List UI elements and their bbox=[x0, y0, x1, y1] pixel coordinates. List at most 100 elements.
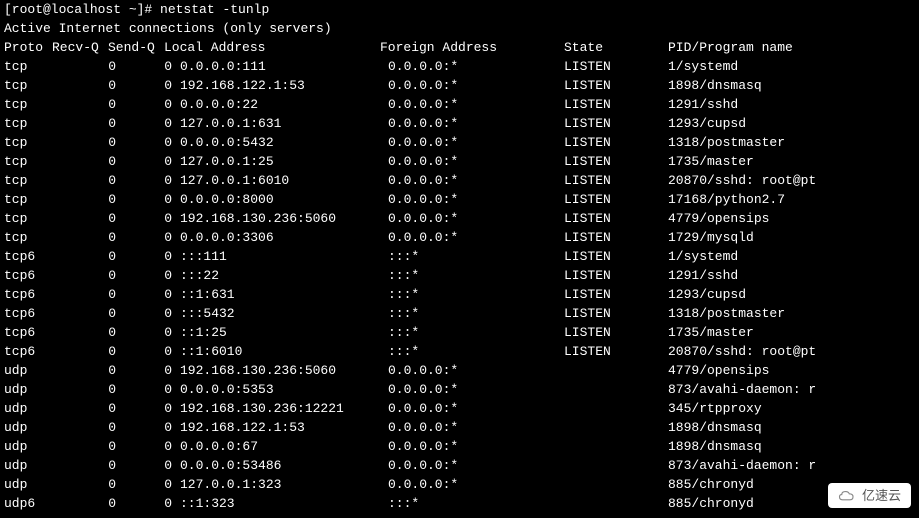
cell-pid: 4779/opensips bbox=[668, 209, 769, 228]
cell-recvq: 0 bbox=[60, 399, 116, 418]
cell-recvq: 0 bbox=[60, 323, 116, 342]
table-row: tcp00192.168.130.236:50600.0.0.0:*LISTEN… bbox=[4, 209, 915, 228]
cell-sendq: 0 bbox=[116, 247, 172, 266]
table-row: tcp600::1:6010:::*LISTEN20870/sshd: root… bbox=[4, 342, 915, 361]
cell-foreign: 0.0.0.0:* bbox=[388, 399, 564, 418]
cell-recvq: 0 bbox=[60, 304, 116, 323]
cell-pid: 1898/dnsmasq bbox=[668, 418, 762, 437]
cell-pid: 885/chronyd bbox=[668, 475, 754, 494]
table-row: udp00192.168.130.236:122210.0.0.0:*345/r… bbox=[4, 399, 915, 418]
cell-state: LISTEN bbox=[564, 133, 668, 152]
cell-recvq: 0 bbox=[60, 285, 116, 304]
table-row: tcp600::1:25:::*LISTEN1735/master bbox=[4, 323, 915, 342]
cell-foreign: 0.0.0.0:* bbox=[388, 361, 564, 380]
cell-recvq: 0 bbox=[60, 456, 116, 475]
table-row: tcp000.0.0.0:54320.0.0.0:*LISTEN1318/pos… bbox=[4, 133, 915, 152]
cell-local: 192.168.130.236:5060 bbox=[172, 361, 388, 380]
table-row: udp000.0.0.0:53530.0.0.0:*873/avahi-daem… bbox=[4, 380, 915, 399]
table-row: tcp600:::5432:::*LISTEN1318/postmaster bbox=[4, 304, 915, 323]
cell-sendq: 0 bbox=[116, 399, 172, 418]
cell-pid: 1898/dnsmasq bbox=[668, 76, 762, 95]
table-row: tcp600:::22:::*LISTEN1291/sshd bbox=[4, 266, 915, 285]
cell-sendq: 0 bbox=[116, 380, 172, 399]
cell-recvq: 0 bbox=[60, 171, 116, 190]
cell-proto: tcp bbox=[4, 76, 60, 95]
cell-recvq: 0 bbox=[60, 152, 116, 171]
cell-proto: tcp6 bbox=[4, 323, 60, 342]
cell-sendq: 0 bbox=[116, 285, 172, 304]
table-body: tcp000.0.0.0:1110.0.0.0:*LISTEN1/systemd… bbox=[4, 57, 915, 513]
cell-state: LISTEN bbox=[564, 57, 668, 76]
header-proto: Proto bbox=[4, 38, 52, 57]
cell-foreign: :::* bbox=[388, 494, 564, 513]
cell-foreign: 0.0.0.0:* bbox=[388, 152, 564, 171]
cell-proto: udp6 bbox=[4, 494, 60, 513]
cell-proto: udp bbox=[4, 456, 60, 475]
cell-proto: udp bbox=[4, 380, 60, 399]
cell-sendq: 0 bbox=[116, 95, 172, 114]
table-row: tcp000.0.0.0:220.0.0.0:*LISTEN1291/sshd bbox=[4, 95, 915, 114]
cell-local: ::1:25 bbox=[172, 323, 388, 342]
watermark: 亿速云 bbox=[828, 483, 911, 508]
banner-line: Active Internet connections (only server… bbox=[4, 19, 915, 38]
table-row: udp600::1:323:::*885/chronyd bbox=[4, 494, 915, 513]
cell-recvq: 0 bbox=[60, 342, 116, 361]
cell-local: 0.0.0.0:53486 bbox=[172, 456, 388, 475]
cell-sendq: 0 bbox=[116, 57, 172, 76]
header-sendq: Send-Q bbox=[108, 38, 164, 57]
cell-state: LISTEN bbox=[564, 190, 668, 209]
cell-pid: 1318/postmaster bbox=[668, 133, 785, 152]
cell-sendq: 0 bbox=[116, 114, 172, 133]
cell-sendq: 0 bbox=[116, 437, 172, 456]
cell-pid: 873/avahi-daemon: r bbox=[668, 380, 816, 399]
cell-pid: 17168/python2.7 bbox=[668, 190, 785, 209]
cell-pid: 20870/sshd: root@pt bbox=[668, 342, 816, 361]
cell-local: 127.0.0.1:631 bbox=[172, 114, 388, 133]
cell-state: LISTEN bbox=[564, 228, 668, 247]
cell-local: 0.0.0.0:22 bbox=[172, 95, 388, 114]
cell-proto: udp bbox=[4, 475, 60, 494]
cell-sendq: 0 bbox=[116, 456, 172, 475]
table-row: tcp000.0.0.0:33060.0.0.0:*LISTEN1729/mys… bbox=[4, 228, 915, 247]
header-foreign: Foreign Address bbox=[380, 38, 564, 57]
cell-sendq: 0 bbox=[116, 418, 172, 437]
cell-foreign: 0.0.0.0:* bbox=[388, 95, 564, 114]
cell-foreign: 0.0.0.0:* bbox=[388, 437, 564, 456]
cell-sendq: 0 bbox=[116, 494, 172, 513]
watermark-text: 亿速云 bbox=[862, 486, 901, 505]
table-row: tcp600::1:631:::*LISTEN1293/cupsd bbox=[4, 285, 915, 304]
cell-sendq: 0 bbox=[116, 190, 172, 209]
cloud-icon bbox=[838, 489, 856, 503]
cell-sendq: 0 bbox=[116, 342, 172, 361]
shell-prompt: [root@localhost ~]# bbox=[4, 2, 160, 17]
cell-local: 192.168.122.1:53 bbox=[172, 76, 388, 95]
cell-proto: tcp bbox=[4, 228, 60, 247]
shell-command: netstat -tunlp bbox=[160, 2, 269, 17]
header-state: State bbox=[564, 38, 668, 57]
cell-pid: 873/avahi-daemon: r bbox=[668, 456, 816, 475]
cell-proto: tcp bbox=[4, 57, 60, 76]
cell-pid: 885/chronyd bbox=[668, 494, 754, 513]
cell-recvq: 0 bbox=[60, 380, 116, 399]
cell-foreign: 0.0.0.0:* bbox=[388, 228, 564, 247]
cell-recvq: 0 bbox=[60, 247, 116, 266]
cell-proto: tcp bbox=[4, 190, 60, 209]
cell-state: LISTEN bbox=[564, 152, 668, 171]
cell-pid: 1318/postmaster bbox=[668, 304, 785, 323]
cell-foreign: 0.0.0.0:* bbox=[388, 475, 564, 494]
table-row: udp00192.168.122.1:530.0.0.0:*1898/dnsma… bbox=[4, 418, 915, 437]
cell-foreign: :::* bbox=[388, 285, 564, 304]
cell-sendq: 0 bbox=[116, 209, 172, 228]
cell-foreign: 0.0.0.0:* bbox=[388, 209, 564, 228]
cell-proto: tcp6 bbox=[4, 247, 60, 266]
cell-local: 0.0.0.0:8000 bbox=[172, 190, 388, 209]
cell-state: LISTEN bbox=[564, 342, 668, 361]
cell-recvq: 0 bbox=[60, 114, 116, 133]
cell-sendq: 0 bbox=[116, 171, 172, 190]
table-row: tcp000.0.0.0:80000.0.0.0:*LISTEN17168/py… bbox=[4, 190, 915, 209]
cell-local: 127.0.0.1:6010 bbox=[172, 171, 388, 190]
table-row: tcp00192.168.122.1:530.0.0.0:*LISTEN1898… bbox=[4, 76, 915, 95]
cell-proto: tcp bbox=[4, 95, 60, 114]
cell-foreign: 0.0.0.0:* bbox=[388, 114, 564, 133]
cell-proto: udp bbox=[4, 361, 60, 380]
